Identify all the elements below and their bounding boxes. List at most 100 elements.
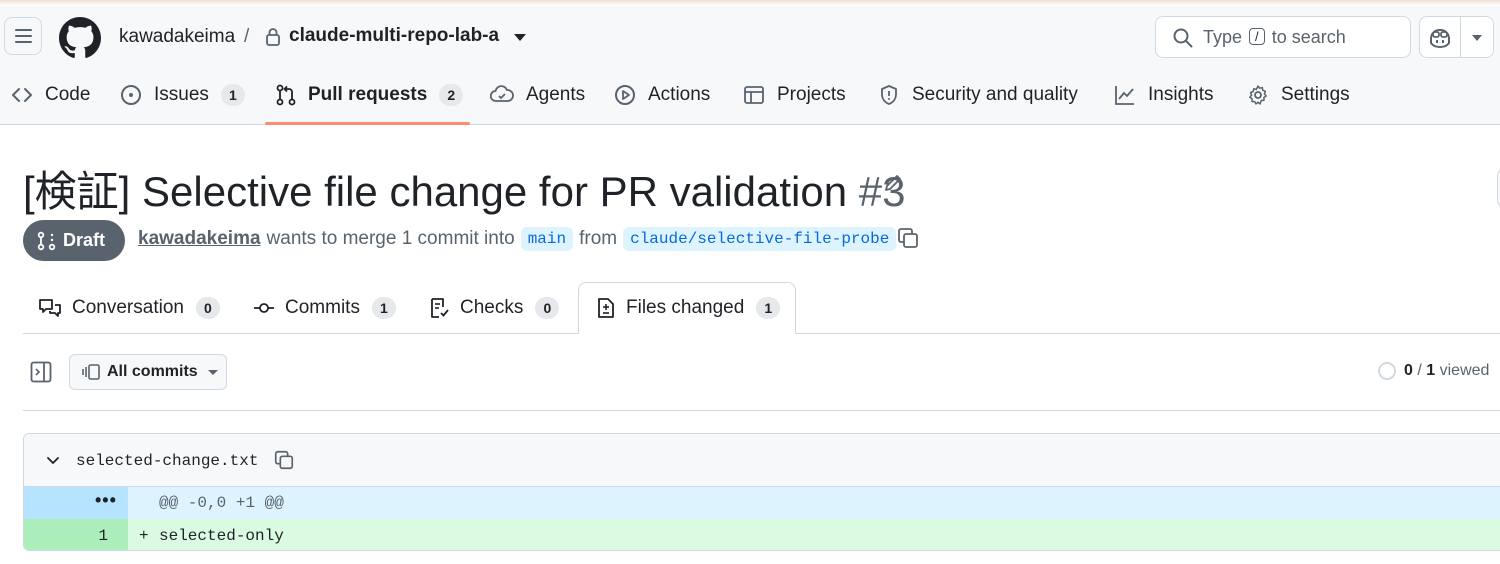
gear-icon [1249, 85, 1267, 105]
checks-count-badge: 0 [535, 297, 560, 319]
issue-opened-icon [121, 85, 141, 105]
code-icon [12, 88, 32, 102]
github-logo-icon[interactable] [59, 17, 101, 59]
diff-line-text: selected-only [159, 527, 284, 545]
tab-conversation[interactable]: Conversation 0 [38, 293, 220, 323]
git-commit-icon [254, 303, 274, 313]
active-tab-underline [265, 122, 470, 125]
play-circle-icon [615, 85, 635, 105]
tab-insights-label: Insights [1148, 84, 1214, 105]
tab-projects-label: Projects [777, 84, 846, 105]
tab-pull-requests-label: Pull requests [308, 84, 428, 105]
pulls-count-badge: 2 [439, 84, 464, 106]
viewed-count: 0 [1404, 362, 1413, 379]
graph-icon [1115, 86, 1134, 105]
hunk-header-row: ••• @@ -0,0 +1 @@ [24, 487, 1500, 519]
tab-checks-label: Checks [460, 297, 524, 318]
hunk-expand-gutter[interactable]: ••• [24, 487, 128, 519]
diff-line-addition: 1 + selected-only [24, 519, 1500, 550]
page-title: [検証] Selective file change for PR valida… [23, 158, 905, 219]
tab-security-label: Security and quality [912, 84, 1078, 105]
tab-issues-label: Issues [154, 84, 209, 105]
git-pull-request-draft-icon [37, 231, 56, 250]
shield-icon [881, 85, 897, 105]
search-shortcut-key: / [1249, 28, 1265, 45]
merge-text: wants to merge 1 commit into [266, 228, 515, 249]
pencil-icon[interactable] [882, 172, 904, 194]
head-branch-link[interactable]: claude/selective-file-probe [623, 227, 897, 251]
repo-name-link[interactable]: claude-multi-repo-lab-a [289, 25, 499, 47]
addition-marker: + [139, 527, 149, 545]
search-input[interactable]: Type / to search [1155, 16, 1411, 58]
tab-conversation-label: Conversation [72, 297, 184, 318]
viewed-total: 1 [1426, 362, 1436, 379]
line-number: 1 [98, 527, 108, 545]
copilot-icon [1430, 28, 1450, 49]
tab-projects[interactable]: Projects [743, 80, 846, 110]
commits-filter-label: All commits [107, 363, 198, 380]
pr-author-link[interactable]: kawadakeima [138, 228, 261, 250]
tab-files-changed[interactable]: Files changed 1 [596, 293, 781, 323]
tab-commits-label: Commits [285, 297, 360, 318]
status-badge-label: Draft [63, 230, 106, 250]
copy-icon[interactable] [896, 226, 920, 250]
tab-agents[interactable]: Agents [490, 80, 585, 110]
tab-actions-label: Actions [648, 84, 711, 105]
tab-insights[interactable]: Insights [1114, 80, 1213, 110]
caret-down-icon [207, 369, 218, 375]
file-header: selected-change.txt [24, 434, 1500, 487]
copy-icon[interactable] [273, 449, 295, 471]
file-diff: selected-change.txt ••• @@ -0,0 +1 @@ 1 … [23, 433, 1500, 551]
copilot-button[interactable] [1419, 16, 1461, 58]
viewed-progress[interactable]: 0 / 1 viewed [1378, 362, 1489, 380]
toolbar-divider [23, 410, 1500, 411]
pr-merge-summary: kawadakeima wants to merge 1 commit into… [138, 227, 902, 251]
progress-circle-icon [1378, 362, 1396, 380]
table-icon [744, 86, 764, 104]
tab-code-label: Code [45, 84, 91, 105]
base-branch-link[interactable]: main [520, 227, 574, 251]
conversation-count-badge: 0 [195, 297, 220, 319]
tab-checks[interactable]: Checks 0 [428, 293, 560, 323]
tab-files-changed-label: Files changed [626, 297, 745, 318]
hunk-header-text: @@ -0,0 +1 @@ [159, 494, 284, 512]
comment-discussion-icon [39, 299, 61, 317]
line-number-gutter[interactable]: 1 [24, 519, 128, 550]
issues-count-badge: 1 [220, 84, 245, 106]
viewed-separator: / [1417, 362, 1422, 379]
pr-title-text: [検証] Selective file change for PR valida… [23, 168, 848, 215]
tab-settings-label: Settings [1281, 84, 1350, 105]
status-badge: Draft [23, 220, 125, 261]
search-icon [1173, 28, 1193, 48]
tab-pull-requests[interactable]: Pull requests 2 [276, 80, 464, 110]
sidebar-expand-icon[interactable] [30, 361, 52, 383]
copilot-menu-button[interactable] [1460, 16, 1494, 58]
commits-count-badge: 1 [371, 297, 396, 319]
tab-security[interactable]: Security and quality [878, 80, 1078, 110]
from-text: from [579, 228, 618, 249]
git-pull-request-icon [276, 84, 296, 106]
expand-hunk-icon[interactable]: ••• [95, 490, 117, 511]
top-strip [0, 0, 1500, 6]
commits-filter-button[interactable]: All commits [69, 354, 227, 390]
path-separator: / [244, 26, 250, 47]
tab-commits[interactable]: Commits 1 [253, 293, 396, 323]
versions-icon [82, 364, 100, 380]
tab-actions[interactable]: Actions [614, 80, 710, 110]
tab-code[interactable]: Code [11, 80, 90, 110]
chevron-down-icon [1472, 35, 1482, 41]
menu-button[interactable] [4, 17, 42, 55]
viewed-label: viewed [1439, 362, 1490, 379]
checklist-icon [431, 298, 449, 318]
lock-icon [266, 28, 280, 46]
file-diff-icon [598, 298, 614, 318]
agent-cloud-icon [490, 85, 514, 102]
file-name-link[interactable]: selected-change.txt [76, 452, 258, 470]
tab-settings[interactable]: Settings [1247, 80, 1350, 110]
files-count-badge: 1 [756, 297, 781, 319]
tab-issues[interactable]: Issues 1 [120, 80, 245, 110]
repo-dropdown-caret-icon[interactable] [514, 34, 526, 41]
repo-owner-link[interactable]: kawadakeima [119, 26, 235, 48]
search-placeholder: Type / to search [1203, 27, 1346, 47]
chevron-down-icon[interactable] [45, 453, 61, 469]
